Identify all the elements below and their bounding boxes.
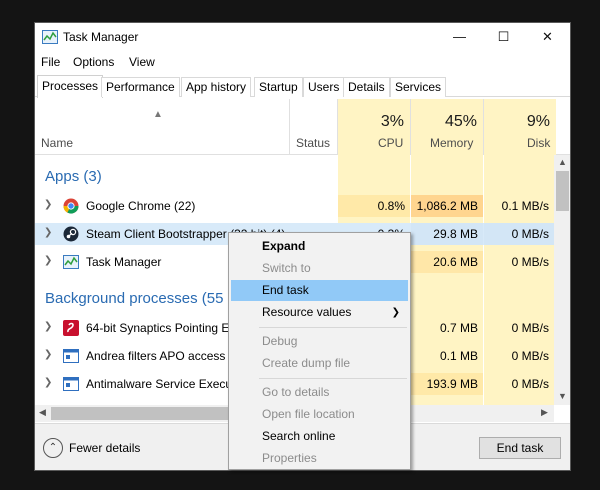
disk-cell: 0.1 MB/s bbox=[501, 199, 549, 213]
table-row[interactable]: ❯ Google Chrome (22) 0.8% 1,086.2 MB 0.1… bbox=[35, 195, 554, 217]
vertical-scrollbar[interactable]: ▲ ▼ bbox=[554, 155, 570, 405]
expand-icon[interactable]: ❯ bbox=[44, 199, 52, 210]
menu-separator bbox=[259, 378, 407, 379]
window-icon bbox=[63, 349, 79, 363]
tab-app-history[interactable]: App history bbox=[181, 77, 252, 97]
scroll-thumb[interactable] bbox=[556, 171, 569, 211]
scroll-left-icon[interactable]: ◀ bbox=[39, 407, 46, 418]
tab-users[interactable]: Users bbox=[303, 77, 345, 97]
menu-item-switch-to: Switch to bbox=[262, 261, 311, 275]
scroll-right-icon[interactable]: ▶ bbox=[541, 407, 548, 418]
menu-view[interactable]: View bbox=[129, 55, 155, 69]
chevron-up-icon[interactable]: ⌃ bbox=[43, 438, 63, 458]
chrome-icon bbox=[63, 198, 79, 214]
scroll-thumb[interactable] bbox=[51, 407, 251, 420]
column-name[interactable]: Name bbox=[41, 136, 73, 150]
scroll-down-icon[interactable]: ▼ bbox=[558, 391, 567, 401]
memory-cell: 1,086.2 MB bbox=[411, 195, 483, 217]
tab-services[interactable]: Services bbox=[390, 77, 447, 97]
process-name: Andrea filters APO access s bbox=[86, 349, 235, 363]
expand-icon[interactable]: ❯ bbox=[44, 377, 52, 388]
expand-icon[interactable]: ❯ bbox=[44, 255, 52, 266]
submenu-arrow-icon: ❯ bbox=[391, 307, 400, 318]
cpu-cell: 0.8% bbox=[338, 195, 410, 217]
column-divider bbox=[289, 99, 290, 155]
maximize-button[interactable]: ☐ bbox=[481, 23, 526, 51]
menu-item-go-to-details: Go to details bbox=[262, 385, 330, 399]
expand-icon[interactable]: ❯ bbox=[44, 349, 52, 360]
column-status[interactable]: Status bbox=[296, 136, 330, 150]
menu-bar: File Options View bbox=[35, 53, 570, 71]
cpu-percent: 3% bbox=[380, 113, 404, 130]
synaptics-icon bbox=[63, 320, 79, 336]
tab-startup[interactable]: Startup bbox=[254, 77, 303, 97]
task-manager-icon bbox=[63, 255, 79, 269]
process-name: 64-bit Synaptics Pointing E bbox=[86, 321, 230, 335]
column-cpu[interactable]: CPU bbox=[378, 136, 403, 150]
menu-item-expand[interactable]: Expand bbox=[231, 236, 408, 257]
process-name: Google Chrome (22) bbox=[86, 199, 196, 213]
scroll-up-icon[interactable]: ▲ bbox=[558, 157, 567, 167]
menu-item-create-dump-file: Create dump file bbox=[262, 356, 351, 370]
minimize-button[interactable]: — bbox=[437, 23, 482, 51]
close-button[interactable]: ✕ bbox=[525, 23, 570, 51]
end-task-button[interactable]: End task bbox=[479, 437, 561, 459]
disk-cell: 0 MB/s bbox=[511, 321, 549, 335]
menu-separator bbox=[259, 327, 407, 328]
disk-cell: 0 MB/s bbox=[511, 255, 549, 269]
memory-column-bg bbox=[411, 155, 483, 405]
steam-icon bbox=[63, 226, 79, 242]
disk-column-bg bbox=[484, 155, 554, 405]
disk-percent: 9% bbox=[526, 113, 550, 130]
column-header: ▲ Name Status 3% CPU 45% Memory 9% Disk bbox=[35, 99, 570, 155]
disk-cell: 0 MB/s bbox=[484, 223, 554, 245]
memory-cell: 193.9 MB bbox=[411, 373, 483, 395]
disk-cell: 0 MB/s bbox=[511, 377, 549, 391]
menu-item-resource-values[interactable]: Resource values ❯ bbox=[231, 302, 408, 323]
fewer-details-button[interactable]: Fewer details bbox=[69, 441, 140, 455]
expand-icon[interactable]: ❯ bbox=[44, 227, 52, 238]
process-name: Task Manager bbox=[86, 255, 162, 269]
tab-bar: Processes Performance App history Startu… bbox=[35, 75, 570, 98]
menu-item-label: Resource values bbox=[262, 305, 352, 319]
tab-details[interactable]: Details bbox=[343, 77, 390, 97]
window-icon bbox=[63, 377, 79, 391]
sort-up-icon: ▲ bbox=[153, 109, 163, 120]
menu-file[interactable]: File bbox=[41, 55, 60, 69]
disk-cell: 0 MB/s bbox=[511, 349, 549, 363]
memory-cell: 29.8 MB bbox=[411, 223, 483, 245]
column-disk[interactable]: Disk bbox=[527, 136, 550, 150]
context-menu: Expand Switch to End task Resource value… bbox=[228, 232, 411, 470]
window-title: Task Manager bbox=[63, 30, 139, 44]
tab-processes[interactable]: Processes bbox=[37, 75, 104, 98]
memory-cell: 0.1 MB bbox=[439, 349, 478, 363]
menu-options[interactable]: Options bbox=[73, 55, 114, 69]
process-name: Antimalware Service Execut bbox=[86, 377, 236, 391]
menu-item-properties: Properties bbox=[262, 451, 317, 465]
menu-item-end-task[interactable]: End task bbox=[231, 280, 408, 301]
memory-cell: 0.7 MB bbox=[439, 321, 478, 335]
tab-performance[interactable]: Performance bbox=[101, 77, 180, 97]
column-memory[interactable]: Memory bbox=[430, 136, 473, 150]
menu-item-debug: Debug bbox=[262, 334, 298, 348]
expand-icon[interactable]: ❯ bbox=[44, 321, 52, 332]
menu-item-search-online[interactable]: Search online bbox=[231, 426, 408, 447]
group-background-processes[interactable]: Background processes (55 bbox=[45, 290, 223, 307]
memory-percent: 45% bbox=[444, 113, 477, 130]
task-manager-icon bbox=[42, 30, 58, 44]
menu-item-open-file-location: Open file location bbox=[262, 407, 355, 421]
title-bar: Task Manager — ☐ ✕ bbox=[35, 23, 570, 51]
group-apps[interactable]: Apps (3) bbox=[45, 168, 102, 185]
memory-cell: 20.6 MB bbox=[411, 251, 483, 273]
